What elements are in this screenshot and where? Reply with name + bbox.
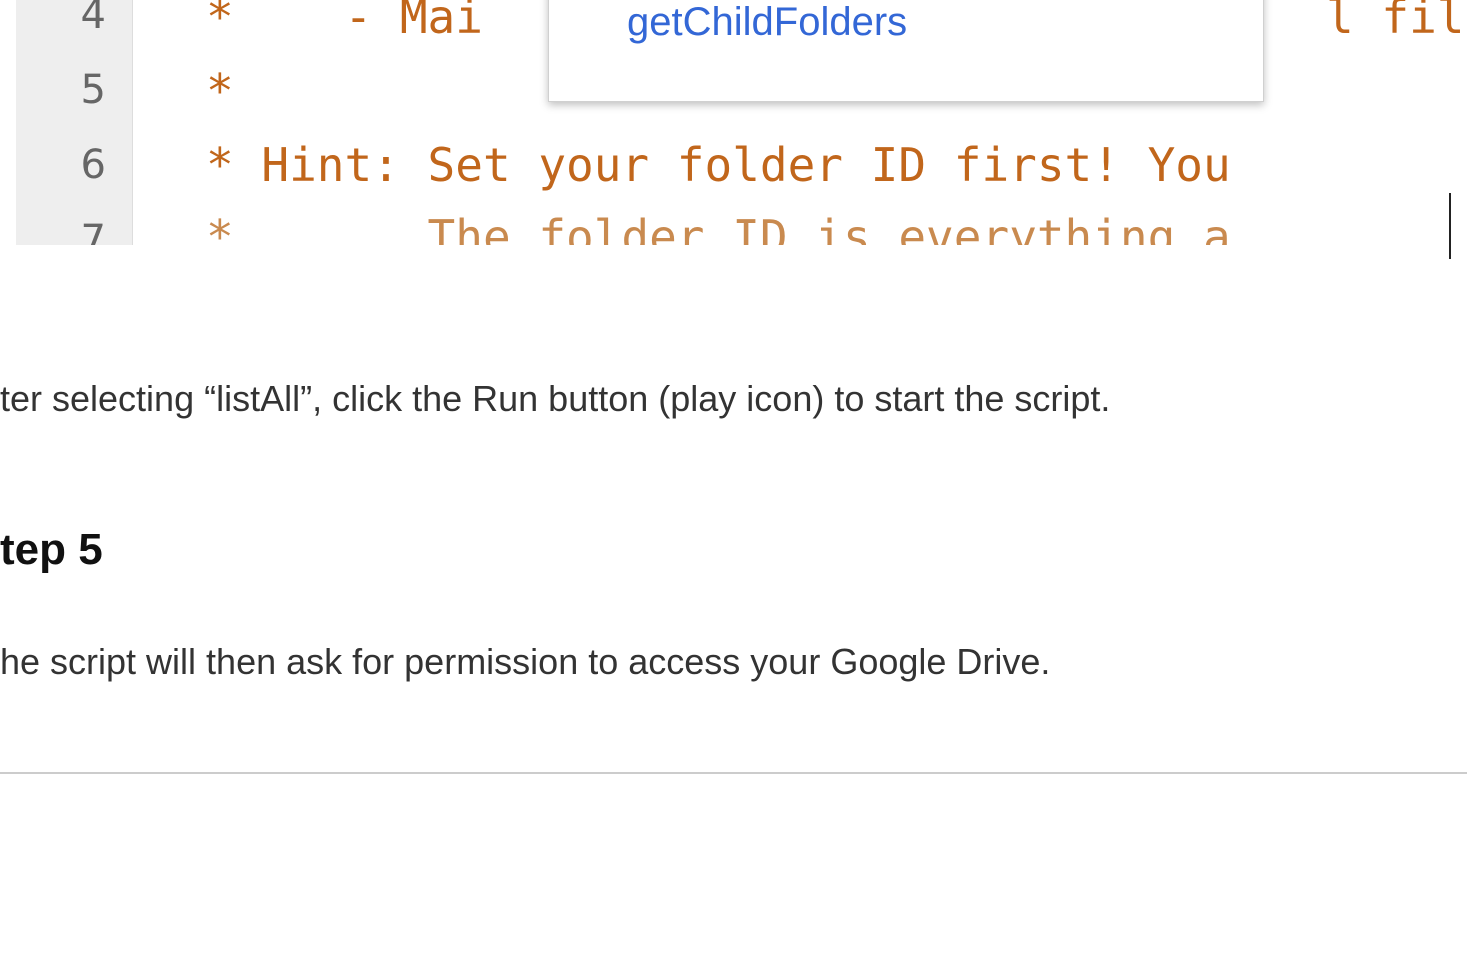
- code-line: * The folder ID is everything a: [206, 210, 1231, 245]
- code-line-tail: l file: [1326, 0, 1467, 44]
- line-number: 4: [80, 0, 106, 38]
- section-divider: [0, 772, 1467, 774]
- text-caret: [1449, 193, 1451, 259]
- article-paragraph: he script will then ask for permission t…: [0, 641, 1051, 682]
- step-heading: tep 5: [0, 525, 103, 574]
- code-line: *: [206, 64, 234, 118]
- article-paragraph: ter selecting “listAll”, click the Run b…: [0, 378, 1111, 419]
- code-line: * - Mai: [206, 0, 483, 44]
- line-number: 5: [80, 67, 106, 113]
- code-editor-screenshot: 4 5 6 7 * - Mai l file * * Hint: Set you…: [16, 0, 1467, 245]
- line-number: 7: [80, 217, 106, 245]
- code-line: * Hint: Set your folder ID first! You: [206, 138, 1231, 192]
- autocomplete-item[interactable]: getChildFolders: [627, 2, 907, 42]
- autocomplete-popup: getChildFolders: [548, 0, 1264, 102]
- line-number: 6: [80, 142, 106, 188]
- line-number-gutter: 4 5 6 7: [16, 0, 133, 245]
